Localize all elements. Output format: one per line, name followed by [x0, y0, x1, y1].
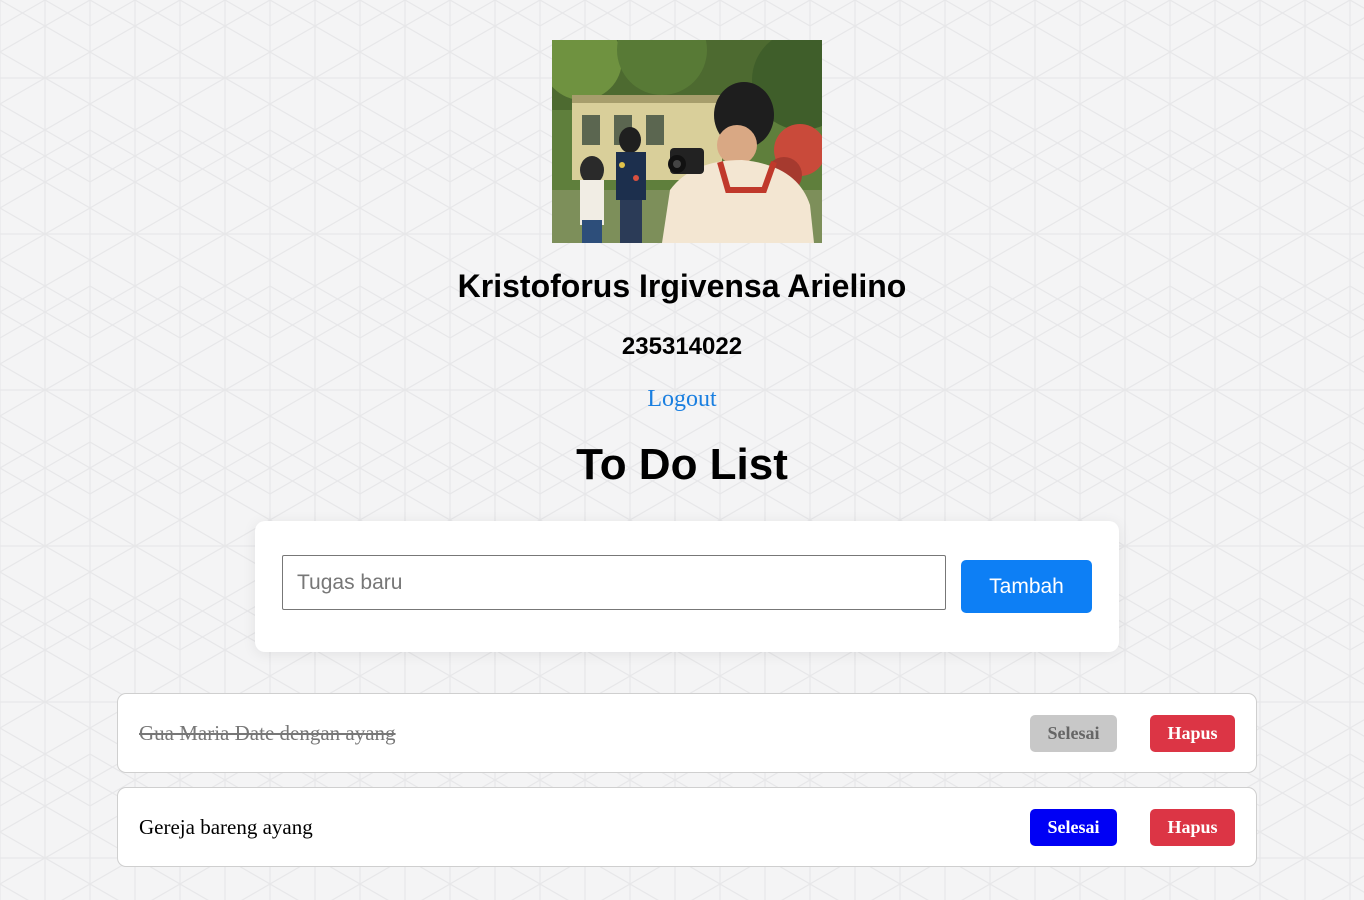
- mark-done-button[interactable]: Selesai: [1030, 715, 1117, 752]
- new-task-input[interactable]: [282, 555, 946, 610]
- profile-photo: [552, 40, 822, 243]
- user-name: Kristoforus Irgivensa Arielino: [457, 268, 907, 304]
- task-item: Gereja bareng ayang Selesai Hapus: [117, 787, 1257, 867]
- delete-task-button[interactable]: Hapus: [1150, 809, 1235, 846]
- task-text: Gereja bareng ayang: [139, 815, 313, 839]
- mark-done-button[interactable]: Selesai: [1030, 809, 1117, 846]
- task-item: Gua Maria Date dengan ayang Selesai Hapu…: [117, 693, 1257, 773]
- add-task-button[interactable]: Tambah: [961, 560, 1092, 613]
- page-title: To Do List: [576, 440, 788, 489]
- logout-link[interactable]: Logout: [632, 386, 732, 413]
- task-text: Gua Maria Date dengan ayang: [139, 721, 396, 745]
- user-id: 235314022: [621, 333, 743, 360]
- delete-task-button[interactable]: Hapus: [1150, 715, 1235, 752]
- page: Kristoforus Irgivensa Arielino 235314022…: [0, 0, 1364, 900]
- task-list: Gua Maria Date dengan ayang Selesai Hapu…: [117, 693, 1257, 881]
- add-task-card: Tambah: [255, 521, 1119, 652]
